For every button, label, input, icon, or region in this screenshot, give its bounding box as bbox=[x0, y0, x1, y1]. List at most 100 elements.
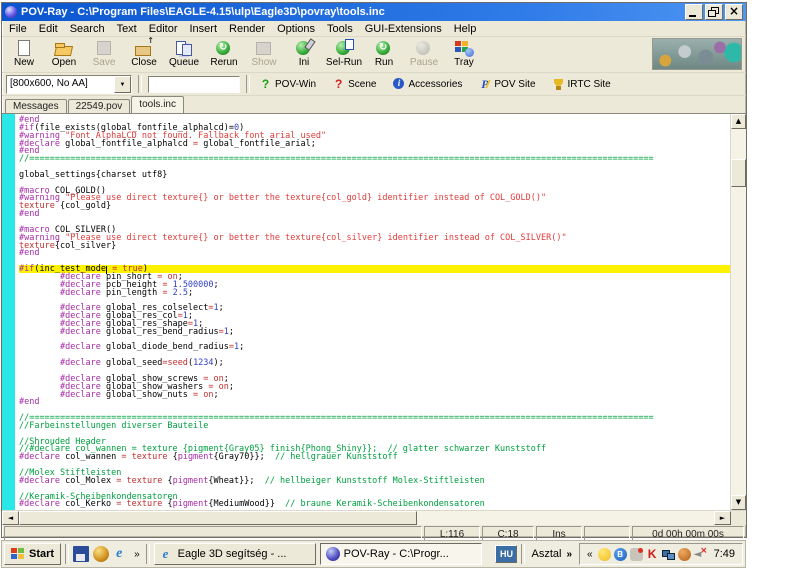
code-line[interactable]: #declare global_show_nuts = on; bbox=[19, 390, 730, 399]
code-line[interactable] bbox=[19, 461, 730, 469]
horizontal-scroll-track[interactable] bbox=[417, 511, 714, 525]
code-line[interactable]: global_settings{charset utf8} bbox=[19, 171, 730, 180]
code-token: #declare bbox=[19, 452, 60, 463]
new-file-icon bbox=[14, 39, 34, 57]
code-line[interactable]: #declare global_diode_bend_radius=1; bbox=[19, 343, 730, 352]
floppy-icon[interactable] bbox=[73, 546, 90, 562]
renderbar-button-pov-win[interactable]: POV-Win bbox=[256, 75, 319, 93]
code-token: col_Molex bbox=[59, 475, 117, 486]
code-token: // hellgrauer Kunststoff bbox=[274, 452, 398, 463]
renderbar-button-irtc-site[interactable]: IRTC Site bbox=[549, 75, 614, 93]
titlebar[interactable]: POV-Ray - C:\Program Files\EAGLE-4.15\ul… bbox=[2, 3, 746, 21]
code-line[interactable]: #declare global_seed=seed(1234); bbox=[19, 358, 730, 368]
scroll-right-button[interactable]: ► bbox=[714, 511, 731, 525]
language-indicator[interactable]: HU bbox=[495, 545, 518, 563]
kaspersky-icon[interactable] bbox=[646, 548, 659, 561]
pov-lightning-icon bbox=[478, 78, 491, 91]
start-button[interactable]: Start bbox=[4, 543, 62, 565]
horizontal-scroll-thumb[interactable] bbox=[19, 511, 417, 525]
menu-insert[interactable]: Insert bbox=[184, 22, 224, 36]
code-line[interactable]: #warning "Please use direct texture{} or… bbox=[19, 194, 730, 203]
code-line[interactable] bbox=[19, 218, 730, 226]
toolbar-button-close[interactable]: Close bbox=[124, 37, 164, 69]
security-agent-icon[interactable] bbox=[629, 547, 643, 561]
window-controls bbox=[685, 4, 743, 20]
code-line[interactable]: #end bbox=[19, 210, 730, 219]
menu-gui-extensions[interactable]: GUI-Extensions bbox=[359, 22, 448, 36]
code-line[interactable]: texture{col_silver} bbox=[19, 241, 730, 250]
restore-button[interactable] bbox=[705, 4, 723, 20]
code-line[interactable]: #declare pin_length = 2.5; bbox=[19, 288, 730, 297]
tray-collapse-chevron[interactable]: « bbox=[585, 549, 595, 560]
desktop-toolbar-chevron[interactable]: » bbox=[564, 549, 574, 560]
menu-editor[interactable]: Editor bbox=[143, 22, 184, 36]
minimize-button[interactable] bbox=[685, 4, 703, 20]
toolbar-button-tray[interactable]: Tray bbox=[444, 38, 484, 69]
editor-left-margin[interactable] bbox=[2, 114, 15, 510]
code-line[interactable] bbox=[19, 430, 730, 438]
chevron-down-icon[interactable] bbox=[114, 75, 131, 93]
pov-gold-icon[interactable] bbox=[93, 546, 110, 562]
code-line[interactable]: #warning "Please use direct texture{} or… bbox=[19, 233, 730, 242]
clock[interactable]: 7:49 bbox=[710, 548, 737, 560]
code-line[interactable]: #end bbox=[19, 249, 730, 258]
code-token: #end bbox=[19, 397, 40, 408]
toolbar-button-new[interactable]: New bbox=[4, 38, 44, 69]
toolbar-button-ini[interactable]: Ini bbox=[284, 38, 324, 69]
toolbar-button-sel-run[interactable]: Sel-Run bbox=[324, 38, 364, 69]
menu-search[interactable]: Search bbox=[64, 22, 111, 36]
scroll-down-button[interactable]: ▼ bbox=[731, 495, 746, 510]
vertical-scroll-thumb[interactable] bbox=[731, 159, 746, 187]
menu-text[interactable]: Text bbox=[111, 22, 143, 36]
updater-icon[interactable] bbox=[677, 547, 691, 561]
code-line[interactable]: #declare global_res_bend_radius=1; bbox=[19, 328, 730, 337]
menu-options[interactable]: Options bbox=[271, 22, 321, 36]
tab-tools-inc[interactable]: tools.inc bbox=[131, 96, 184, 113]
ie-icon[interactable] bbox=[113, 546, 129, 562]
toolbar-button-run[interactable]: Run bbox=[364, 38, 404, 69]
code-line[interactable]: #declare global_fontfile_alphalcd = glob… bbox=[19, 139, 730, 148]
taskbar-separator bbox=[521, 544, 526, 564]
code-line[interactable]: #declare col_wannen = texture {pigment{G… bbox=[19, 452, 730, 463]
toolbar-button-queue[interactable]: Queue bbox=[164, 38, 204, 69]
code-line[interactable] bbox=[19, 179, 730, 187]
menu-tools[interactable]: Tools bbox=[321, 22, 359, 36]
menu-help[interactable]: Help bbox=[448, 22, 483, 36]
code-line[interactable]: #declare col_Kerko = texture {pigment{Me… bbox=[19, 499, 730, 510]
menu-render[interactable]: Render bbox=[223, 22, 271, 36]
vertical-scrollbar[interactable]: ▲ ▼ bbox=[730, 114, 746, 510]
code-line[interactable]: //Farbeinstellungen diverser Bauteile bbox=[19, 422, 730, 431]
code-line[interactable]: //======================================… bbox=[19, 155, 730, 164]
code-line[interactable]: texture {col_gold} bbox=[19, 202, 730, 211]
desktop-toolbar[interactable]: Asztal » bbox=[529, 548, 576, 560]
code-line[interactable]: #declare col_Molex = texture {pigment{Wh… bbox=[19, 475, 730, 486]
horizontal-scrollbar[interactable]: ◄ ► bbox=[2, 510, 746, 525]
renderbar-button-scene[interactable]: Scene bbox=[329, 75, 379, 93]
task-button-eagle-3d-seg-ts-g[interactable]: Eagle 3D segítség - ... bbox=[153, 543, 316, 565]
vertical-scroll-track[interactable] bbox=[731, 129, 746, 495]
volume-muted-icon[interactable] bbox=[694, 546, 708, 561]
scroll-up-button[interactable]: ▲ bbox=[731, 114, 746, 129]
toolbar-button-label: Show bbox=[251, 57, 277, 68]
menu-edit[interactable]: Edit bbox=[33, 22, 64, 36]
scroll-left-button[interactable]: ◄ bbox=[2, 511, 19, 525]
tab-messages[interactable]: Messages bbox=[5, 99, 67, 113]
bluetooth-icon[interactable] bbox=[613, 547, 627, 561]
toolbar-button-rerun[interactable]: Rerun bbox=[204, 38, 244, 69]
renderbar-button-pov-site[interactable]: POV Site bbox=[475, 75, 538, 93]
code-token: // braune Keramik-Scheibenkondensatoren bbox=[285, 499, 485, 510]
quicklaunch-overflow-chevron[interactable]: » bbox=[132, 549, 142, 560]
menu-file[interactable]: File bbox=[3, 22, 33, 36]
smiley-icon[interactable] bbox=[597, 547, 611, 561]
code-line[interactable]: #end bbox=[19, 397, 730, 408]
tab-22549-pov[interactable]: 22549.pov bbox=[67, 99, 131, 113]
resolution-dropdown[interactable]: [800x600, No AA] bbox=[6, 74, 132, 94]
task-button-pov-ray-c-progr[interactable]: POV-Ray - C:\Progr... bbox=[319, 543, 482, 565]
command-line-input[interactable] bbox=[148, 75, 240, 93]
toolbar-button-open[interactable]: Open bbox=[44, 38, 84, 69]
network-icon[interactable] bbox=[661, 548, 675, 561]
code-editor[interactable]: #end #if(file_exists(global_fontfile_alph… bbox=[15, 114, 730, 510]
renderbar-button-accessories[interactable]: Accessories bbox=[389, 75, 465, 93]
close-button[interactable] bbox=[725, 4, 743, 20]
